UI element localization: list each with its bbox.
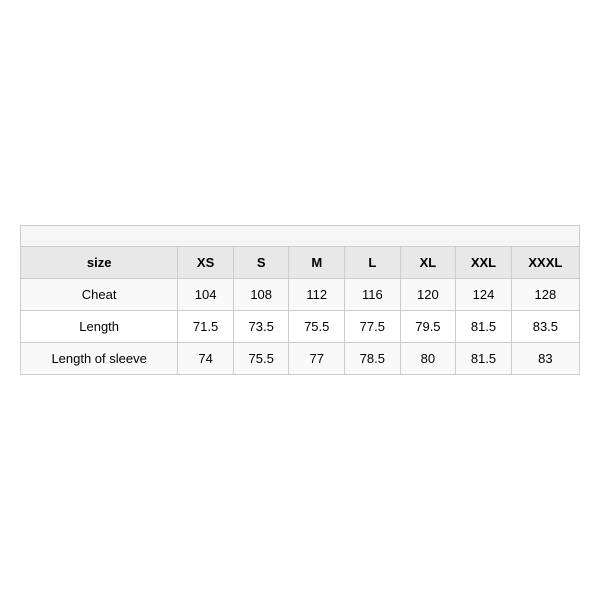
length-m: 75.5 [289, 311, 345, 343]
length-s: 73.5 [233, 311, 289, 343]
length-xxl: 81.5 [456, 311, 512, 343]
sleeve-xl: 80 [400, 343, 456, 375]
table-title [21, 226, 580, 247]
cheat-s: 108 [233, 279, 289, 311]
header-m: M [289, 247, 345, 279]
cheat-xxxl: 128 [511, 279, 579, 311]
header-s: S [233, 247, 289, 279]
cheat-m: 112 [289, 279, 345, 311]
cheat-l: 116 [345, 279, 401, 311]
label-cheat: Cheat [21, 279, 178, 311]
row-cheat: Cheat 104 108 112 116 120 124 128 [21, 279, 580, 311]
label-sleeve: Length of sleeve [21, 343, 178, 375]
label-length: Length [21, 311, 178, 343]
length-l: 77.5 [345, 311, 401, 343]
length-xl: 79.5 [400, 311, 456, 343]
size-chart-table: size XS S M L XL XXL XXXL Cheat 104 108 … [20, 225, 580, 375]
row-sleeve: Length of sleeve 74 75.5 77 78.5 80 81.5… [21, 343, 580, 375]
cheat-xxl: 124 [456, 279, 512, 311]
size-chart-container: size XS S M L XL XXL XXXL Cheat 104 108 … [20, 225, 580, 375]
header-row: size XS S M L XL XXL XXXL [21, 247, 580, 279]
header-l: L [345, 247, 401, 279]
header-size: size [21, 247, 178, 279]
sleeve-s: 75.5 [233, 343, 289, 375]
header-xl: XL [400, 247, 456, 279]
length-xs: 71.5 [178, 311, 234, 343]
header-xs: XS [178, 247, 234, 279]
sleeve-xxl: 81.5 [456, 343, 512, 375]
length-xxxl: 83.5 [511, 311, 579, 343]
cheat-xs: 104 [178, 279, 234, 311]
title-row [21, 226, 580, 247]
row-length: Length 71.5 73.5 75.5 77.5 79.5 81.5 83.… [21, 311, 580, 343]
sleeve-xxxl: 83 [511, 343, 579, 375]
sleeve-xs: 74 [178, 343, 234, 375]
sleeve-l: 78.5 [345, 343, 401, 375]
sleeve-m: 77 [289, 343, 345, 375]
cheat-xl: 120 [400, 279, 456, 311]
header-xxxl: XXXL [511, 247, 579, 279]
header-xxl: XXL [456, 247, 512, 279]
